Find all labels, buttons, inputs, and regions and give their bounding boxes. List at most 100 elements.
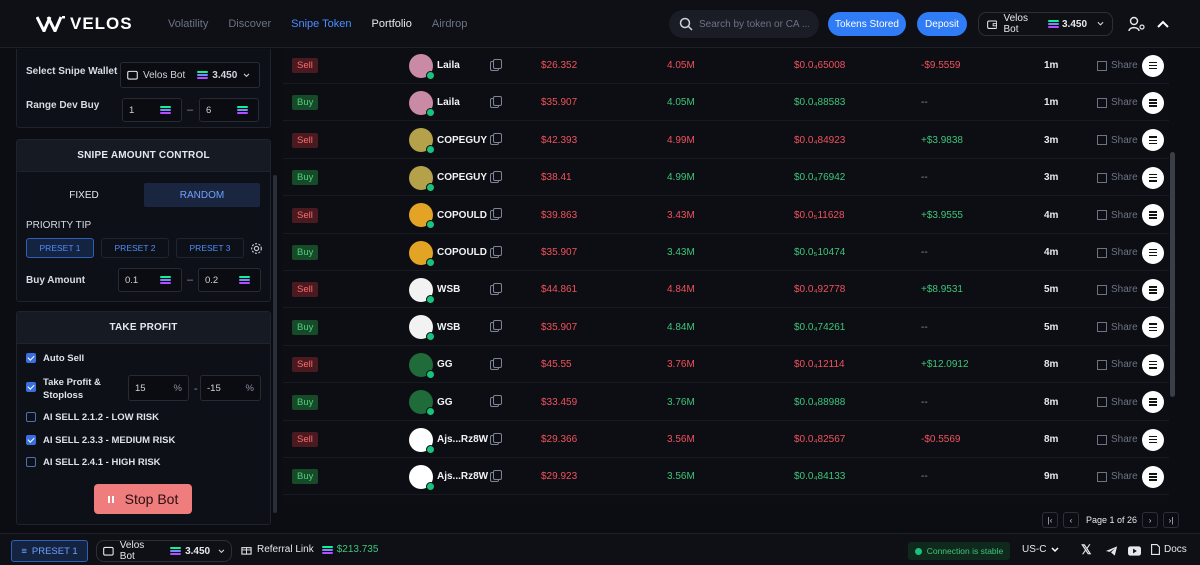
share-cell[interactable]: Share bbox=[1097, 197, 1138, 234]
menu-cell[interactable] bbox=[1142, 159, 1164, 196]
list-menu-icon[interactable] bbox=[1142, 166, 1164, 189]
preset-1-button[interactable]: PRESET 1 bbox=[26, 238, 94, 258]
table-row[interactable]: Buy GG $33.459 3.76M $0.0₄88988 -- 8m Share bbox=[283, 384, 1169, 421]
gear-icon[interactable] bbox=[250, 242, 263, 255]
share-button[interactable]: Share bbox=[1097, 172, 1138, 183]
share-button[interactable]: Share bbox=[1097, 284, 1138, 295]
list-menu-icon[interactable] bbox=[1142, 316, 1164, 339]
copy-icon[interactable] bbox=[490, 432, 502, 445]
copy-cell[interactable] bbox=[490, 346, 502, 383]
prev-page-button[interactable]: ‹ bbox=[1063, 512, 1079, 528]
list-menu-icon[interactable] bbox=[1142, 428, 1164, 451]
list-menu-icon[interactable] bbox=[1142, 391, 1164, 414]
wallet-selector[interactable]: Velos Bot 3.450 bbox=[978, 12, 1113, 36]
share-cell[interactable]: Share bbox=[1097, 122, 1138, 159]
copy-cell[interactable] bbox=[490, 309, 502, 346]
telegram-icon[interactable] bbox=[1105, 545, 1118, 557]
nav-snipe-token[interactable]: Snipe Token bbox=[291, 18, 351, 30]
list-menu-icon[interactable] bbox=[1142, 204, 1164, 227]
tokens-stored-button[interactable]: Tokens Stored bbox=[828, 12, 906, 36]
copy-cell[interactable] bbox=[490, 122, 502, 159]
footer-wallet-selector[interactable]: Velos Bot 3.450 bbox=[96, 540, 232, 562]
list-menu-icon[interactable] bbox=[1142, 241, 1164, 264]
buy-min-input[interactable]: 0.1 bbox=[118, 268, 182, 292]
share-cell[interactable]: Share bbox=[1097, 84, 1138, 121]
token-cell[interactable]: COPOULD bbox=[409, 197, 487, 234]
nav-airdrop[interactable]: Airdrop bbox=[432, 18, 467, 30]
copy-icon[interactable] bbox=[490, 133, 502, 146]
menu-cell[interactable] bbox=[1142, 384, 1164, 421]
table-row[interactable]: Buy Laila $35.907 4.05M $0.0₄88583 -- 1m Share bbox=[283, 84, 1169, 122]
left-scrollbar[interactable] bbox=[273, 175, 277, 513]
menu-cell[interactable] bbox=[1142, 346, 1164, 383]
copy-cell[interactable] bbox=[490, 421, 502, 458]
snipe-wallet-select[interactable]: Velos Bot 3.450 bbox=[120, 62, 260, 88]
share-button[interactable]: Share bbox=[1097, 210, 1138, 221]
list-menu-icon[interactable] bbox=[1142, 129, 1164, 152]
docs-link[interactable]: Docs bbox=[1151, 544, 1187, 555]
chevron-up-icon[interactable] bbox=[1157, 20, 1169, 28]
share-button[interactable]: Share bbox=[1097, 97, 1138, 108]
last-page-button[interactable]: ›| bbox=[1163, 512, 1180, 528]
fixed-toggle[interactable]: FIXED bbox=[24, 183, 144, 207]
menu-cell[interactable] bbox=[1142, 458, 1164, 495]
token-cell[interactable]: Ajs...Rz8W bbox=[409, 458, 488, 495]
share-cell[interactable]: Share bbox=[1097, 234, 1138, 271]
table-row[interactable]: Sell WSB $44.861 4.84M $0.0₄92778 +$8.9531 5m S… bbox=[283, 271, 1169, 309]
share-cell[interactable]: Share bbox=[1097, 458, 1138, 495]
preset-2-button[interactable]: PRESET 2 bbox=[101, 238, 169, 258]
menu-cell[interactable] bbox=[1142, 309, 1164, 346]
share-cell[interactable]: Share bbox=[1097, 309, 1138, 346]
range-max-input[interactable]: 6 bbox=[199, 98, 259, 122]
copy-icon[interactable] bbox=[490, 282, 502, 295]
share-cell[interactable]: Share bbox=[1097, 159, 1138, 196]
share-cell[interactable]: Share bbox=[1097, 384, 1138, 421]
table-row[interactable]: Sell COPEGUY $42.393 4.99M $0.0₄84923 +$3.983… bbox=[283, 122, 1169, 159]
copy-icon[interactable] bbox=[490, 395, 502, 408]
preset-3-button[interactable]: PRESET 3 bbox=[176, 238, 244, 258]
token-cell[interactable]: Ajs...Rz8W bbox=[409, 421, 488, 458]
list-menu-icon[interactable] bbox=[1142, 91, 1164, 114]
share-button[interactable]: Share bbox=[1097, 434, 1138, 445]
region-selector[interactable]: US-C bbox=[1022, 544, 1059, 555]
ai-low-checkbox[interactable] bbox=[26, 412, 36, 422]
copy-icon[interactable] bbox=[490, 208, 502, 221]
referral-link[interactable]: Referral Link $213.735 bbox=[241, 544, 378, 555]
nav-portfolio[interactable]: Portfolio bbox=[372, 18, 412, 30]
token-cell[interactable]: Laila bbox=[409, 49, 460, 84]
copy-icon[interactable] bbox=[490, 320, 502, 333]
menu-cell[interactable] bbox=[1142, 49, 1164, 84]
copy-cell[interactable] bbox=[490, 458, 502, 495]
table-row[interactable]: Sell Laila $26.352 4.05M $0.0₄65008 -$9.5559 1… bbox=[283, 49, 1169, 84]
token-cell[interactable]: COPOULD bbox=[409, 234, 487, 271]
table-row[interactable]: Buy COPOULD $35.907 3.43M $0.0₅10474 -- 4m Shar… bbox=[283, 234, 1169, 271]
menu-cell[interactable] bbox=[1142, 197, 1164, 234]
share-cell[interactable]: Share bbox=[1097, 49, 1138, 84]
table-row[interactable]: Sell COPOULD $39.863 3.43M $0.0₅11628 +$3.955… bbox=[283, 197, 1169, 234]
copy-icon[interactable] bbox=[490, 357, 502, 370]
share-button[interactable]: Share bbox=[1097, 471, 1138, 482]
menu-cell[interactable] bbox=[1142, 234, 1164, 271]
token-cell[interactable]: Laila bbox=[409, 84, 460, 121]
first-page-button[interactable]: |‹ bbox=[1042, 512, 1058, 528]
table-row[interactable]: Buy COPEGUY $38.41 4.99M $0.0₄76942 -- 3m Share bbox=[283, 159, 1169, 197]
copy-icon[interactable] bbox=[490, 469, 502, 482]
menu-cell[interactable] bbox=[1142, 271, 1164, 308]
token-cell[interactable]: COPEGUY bbox=[409, 122, 487, 159]
auto-sell-checkbox[interactable] bbox=[26, 353, 36, 363]
nav-discover[interactable]: Discover bbox=[228, 18, 271, 30]
share-button[interactable]: Share bbox=[1097, 135, 1138, 146]
menu-cell[interactable] bbox=[1142, 84, 1164, 121]
token-cell[interactable]: WSB bbox=[409, 271, 460, 308]
menu-cell[interactable] bbox=[1142, 421, 1164, 458]
next-page-button[interactable]: › bbox=[1142, 512, 1159, 528]
x-twitter-icon[interactable]: 𝕏 bbox=[1081, 542, 1091, 558]
range-min-input[interactable]: 1 bbox=[122, 98, 182, 122]
stop-bot-button[interactable]: Stop Bot bbox=[94, 484, 192, 514]
share-button[interactable]: Share bbox=[1097, 359, 1138, 370]
list-menu-icon[interactable] bbox=[1142, 278, 1164, 301]
share-button[interactable]: Share bbox=[1097, 247, 1138, 258]
token-cell[interactable]: COPEGUY bbox=[409, 159, 487, 196]
list-menu-icon[interactable] bbox=[1142, 54, 1164, 77]
copy-cell[interactable] bbox=[490, 84, 502, 121]
